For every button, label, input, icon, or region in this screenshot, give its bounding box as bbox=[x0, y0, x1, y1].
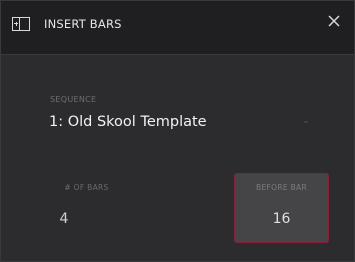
close-icon[interactable] bbox=[326, 13, 342, 29]
before-bar-field[interactable]: BEFORE BAR 16 bbox=[234, 173, 329, 243]
sequence-selector[interactable]: 1: Old Skool Template bbox=[49, 114, 207, 130]
num-bars-label: # OF BARS bbox=[64, 183, 109, 192]
before-bar-value[interactable]: 16 bbox=[235, 211, 328, 227]
num-bars-field[interactable]: # OF BARS 4 bbox=[39, 173, 134, 243]
dialog-header: INSERT BARS bbox=[1, 1, 354, 55]
dialog-title: INSERT BARS bbox=[44, 17, 122, 31]
num-bars-value[interactable]: 4 bbox=[0, 211, 134, 227]
before-bar-label: BEFORE BAR bbox=[256, 183, 307, 192]
insert-bars-icon bbox=[12, 17, 30, 31]
insert-bars-dialog: INSERT BARS SEQUENCE 1: Old Skool Templa… bbox=[0, 0, 355, 262]
sequence-dropdown-indicator[interactable] bbox=[304, 121, 308, 123]
sequence-label: SEQUENCE bbox=[50, 95, 97, 104]
